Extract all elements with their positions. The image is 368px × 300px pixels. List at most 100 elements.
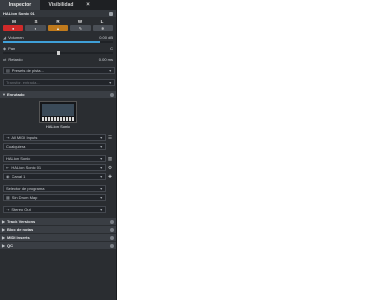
- track-state-labels: M S R W L: [0, 17, 116, 24]
- drum-map-dropdown-icon: ▼: [99, 195, 103, 200]
- close-tab-icon[interactable]: ×: [82, 0, 94, 10]
- record-button[interactable]: ●: [3, 25, 24, 31]
- midi-input-icon: ⇥: [6, 135, 10, 140]
- pan-knob[interactable]: [56, 51, 60, 55]
- routing-section-header[interactable]: ▼ Enrutado: [0, 91, 116, 98]
- midi-input-dropdown-icon: ▼: [99, 135, 103, 140]
- volume-fader[interactable]: [3, 41, 113, 43]
- instrument-screen: [42, 104, 74, 116]
- mute-label: M: [12, 19, 16, 24]
- qc-section-header[interactable]: ▶ QC: [0, 242, 116, 249]
- section-options-icon[interactable]: [110, 219, 114, 224]
- tab-bar: Inspector Visibilidad ×: [0, 0, 116, 10]
- midi-channel-label: Canal 1: [11, 174, 26, 179]
- midi-output-label: HALion Sonic 01: [11, 165, 42, 170]
- program-selector-field[interactable]: Selector de programa ▼: [3, 185, 106, 192]
- midi-inserts-section-header[interactable]: ▶ MIDI Inserts: [0, 234, 116, 241]
- section-options-icon[interactable]: [110, 92, 114, 97]
- instrument-keys: [42, 117, 74, 121]
- inspector-panel: Inspector Visibilidad × HALion Sonic 01 …: [0, 0, 117, 300]
- pan-slider[interactable]: [3, 51, 113, 55]
- midi-output-icon: ⇤: [6, 165, 10, 170]
- drum-map-row: ▦ Sin Drum Map ▼: [0, 193, 116, 202]
- drum-map-field[interactable]: ▦ Sin Drum Map ▼: [3, 194, 106, 201]
- midi-output-row: ⇤ HALion Sonic 01 ▼ ⚙: [0, 163, 116, 172]
- preset-dropdown-icon: ▼: [108, 68, 112, 73]
- stereo-out-label: Stereo Out: [11, 207, 31, 212]
- section-options-icon[interactable]: [110, 235, 114, 240]
- delay-icon: ⇄: [3, 56, 7, 62]
- monitor-button[interactable]: ◐: [25, 25, 46, 31]
- input-channel-row: Cualquiera ▼: [0, 142, 116, 151]
- track-versions-title: Track Versions: [7, 219, 36, 224]
- input-transformer-label: Transfor. entrada...: [6, 80, 40, 85]
- input-list-icon[interactable]: ☰: [107, 135, 113, 141]
- write-label: W: [77, 19, 83, 24]
- input-transformer-field[interactable]: Transfor. entrada... ▼: [3, 79, 115, 86]
- delay-row: ⇄ Retardo 0.00 ms: [0, 55, 116, 63]
- pan-label: Pan: [8, 45, 16, 51]
- instrument-name: HALion Sonic: [45, 124, 71, 129]
- stereo-out-dropdown-icon: ▼: [99, 207, 103, 212]
- volume-icon: ◢: [3, 34, 7, 40]
- freeze-button[interactable]: ❄: [92, 25, 114, 31]
- section-options-icon[interactable]: [110, 243, 114, 248]
- delay-value[interactable]: 0.00 ms: [99, 57, 113, 62]
- track-state-buttons: ● ◐ ▲ ✎ ❄: [0, 24, 116, 33]
- input-channel-label: Cualquiera: [6, 144, 26, 149]
- track-preset-field[interactable]: ▤ Presets de pista... ▼: [3, 67, 115, 74]
- pan-value[interactable]: C: [110, 46, 113, 51]
- solo-label: S: [34, 19, 38, 24]
- output-device-label: HALion Sonic: [6, 156, 31, 161]
- track-color-icon[interactable]: [109, 11, 113, 16]
- stereo-out-field[interactable]: ⇢ Stereo Out ▼: [3, 206, 106, 213]
- midi-input-label: All MIDI Inputs: [11, 135, 38, 140]
- instrument-thumbnail[interactable]: [39, 101, 77, 123]
- output-device-field[interactable]: HALion Sonic ▼: [3, 155, 106, 162]
- output-device-dropdown-icon: ▼: [99, 156, 103, 161]
- program-selector-dropdown-icon: ▼: [99, 186, 103, 191]
- edit-button[interactable]: ✎: [70, 25, 91, 31]
- input-transformer-row: Transfor. entrada... ▼: [0, 78, 116, 87]
- add-icon[interactable]: ✚: [107, 174, 113, 180]
- program-selector-row: Selector de programa ▼: [0, 184, 116, 193]
- volume-value[interactable]: 0.00 dB: [99, 35, 113, 40]
- drum-map-icon: ▦: [6, 195, 10, 200]
- automation-button[interactable]: ▲: [47, 25, 69, 31]
- qc-title: QC: [7, 243, 13, 248]
- midi-channel-dropdown-icon: ▼: [99, 174, 103, 179]
- routing-section-title: Enrutado: [7, 92, 25, 97]
- output-device-row: HALion Sonic ▼ ▥: [0, 154, 116, 163]
- output-routing-icon: ⇢: [6, 207, 10, 212]
- track-preset-row: ▤ Presets de pista... ▼: [0, 66, 116, 75]
- volume-row: ◢ Volumen 0.00 dB: [0, 33, 116, 41]
- track-name-header[interactable]: HALion Sonic 01: [0, 10, 116, 17]
- notepad-title: Bloc de notas: [7, 227, 34, 232]
- stereo-out-row: ⇢ Stereo Out ▼: [0, 205, 116, 214]
- section-options-icon[interactable]: [110, 227, 114, 232]
- track-preset-label: Presets de pista...: [11, 68, 44, 73]
- midi-output-dropdown-icon: ▼: [99, 165, 103, 170]
- input-channel-dropdown-icon: ▼: [99, 144, 103, 149]
- drum-map-label: Sin Drum Map: [11, 195, 38, 200]
- read-label: R: [56, 19, 60, 24]
- volume-fill: [3, 41, 100, 43]
- tab-inspector[interactable]: Inspector: [0, 0, 40, 10]
- midi-channel-field[interactable]: ◉ Canal 1 ▼: [3, 173, 106, 180]
- notepad-section-header[interactable]: ▶ Bloc de notas: [0, 226, 116, 233]
- preset-icon: ▤: [6, 68, 10, 73]
- input-channel-field[interactable]: Cualquiera ▼: [3, 143, 106, 150]
- midi-channel-row: ◉ Canal 1 ▼ ✚: [0, 172, 116, 181]
- keyboard-icon[interactable]: ▥: [107, 156, 113, 162]
- track-versions-section-header[interactable]: ▶ Track Versions: [0, 218, 116, 225]
- tab-visibility[interactable]: Visibilidad: [40, 0, 82, 10]
- midi-input-field[interactable]: ⇥ All MIDI Inputs ▼: [3, 134, 106, 141]
- volume-label: Volumen: [8, 34, 24, 40]
- track-name: HALion Sonic 01: [3, 11, 35, 16]
- lock-label: L: [100, 19, 104, 24]
- program-selector-label: Selector de programa: [6, 186, 45, 191]
- pan-icon: ◆: [3, 45, 7, 51]
- midi-inserts-title: MIDI Inserts: [7, 235, 30, 240]
- midi-output-field[interactable]: ⇤ HALion Sonic 01 ▼: [3, 164, 106, 171]
- edit-instrument-icon[interactable]: ⚙: [107, 165, 113, 171]
